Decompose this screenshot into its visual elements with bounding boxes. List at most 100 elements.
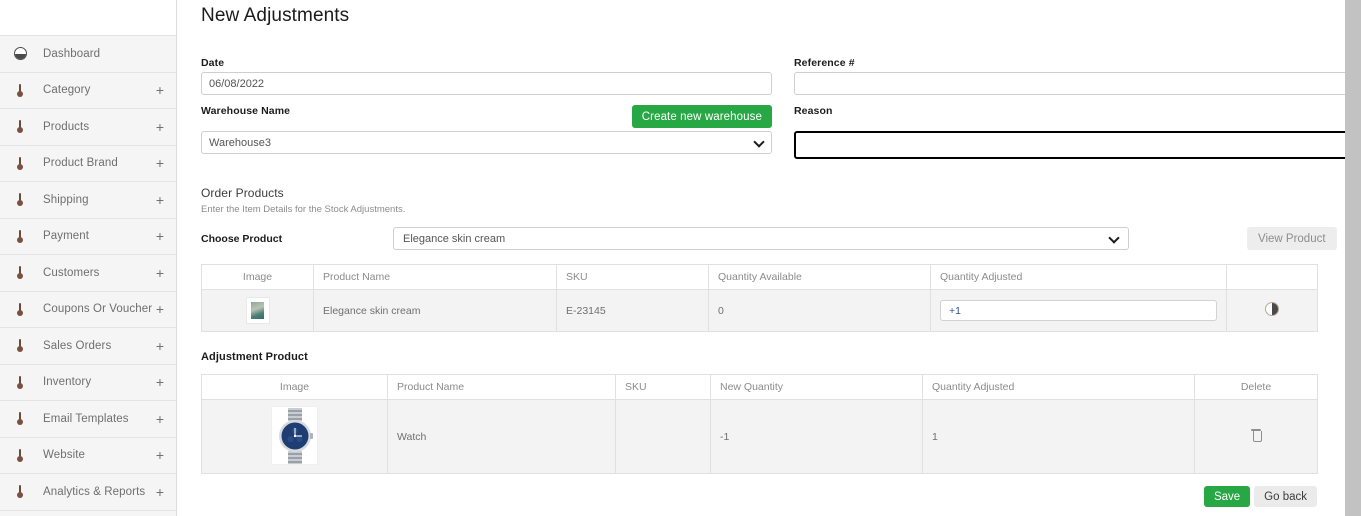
create-new-warehouse-button[interactable]: Create new warehouse [631,105,772,128]
thermometer-icon [10,193,30,207]
col-quantity-adjusted: Quantity Adjusted [930,264,1227,290]
thermometer-icon [10,448,30,462]
sidebar-item-label: Product Brand [43,157,118,170]
warehouse-label: Warehouse Name [201,105,291,117]
choose-product-value: Elegance skin cream [403,232,506,245]
cell-product-name: Watch [387,399,616,474]
col-quantity-adjusted: Quantity Adjusted [922,374,1195,400]
thermometer-icon [10,485,30,499]
thermometer-icon [10,339,30,353]
col-product-name: Product Name [313,264,557,290]
reference-input[interactable] [794,72,1361,95]
cell-quantity-adjusted: 1 [922,399,1195,474]
expand-plus-icon[interactable]: + [156,448,164,462]
trash-icon[interactable] [1251,429,1262,442]
sidebar-item-product-brand[interactable]: Product Brand + [0,145,176,182]
sidebar-item-label: Products [43,120,90,133]
cell-quantity-adjusted [930,289,1227,332]
sidebar-item-coupons-or-voucher[interactable]: Coupons Or Voucher + [0,291,176,328]
sidebar-item-label: Payment [43,230,90,243]
sidebar-item-inventory[interactable]: Inventory + [0,364,176,401]
sidebar-item-label: Customers [43,266,100,279]
sidebar-item-category[interactable]: Category + [0,72,176,109]
page-title: New Adjustments [201,5,350,26]
sidebar-item-products[interactable]: Products + [0,109,176,146]
col-image: Image [201,374,388,400]
date-label: Date [201,57,225,69]
sidebar-item-label: Shipping [43,193,89,206]
sidebar-item-email-templates[interactable]: Email Templates + [0,401,176,438]
form-column-left: Date Warehouse Name Create new warehouse… [201,57,772,159]
thermometer-icon [10,412,30,426]
expand-plus-icon[interactable]: + [156,229,164,243]
sidebar-item-label: Dashboard [43,47,101,60]
save-button[interactable]: Save [1203,486,1251,507]
sidebar-item-label: Website [43,449,86,462]
sidebar-item-website[interactable]: Website + [0,437,176,474]
adjustment-product-table: Image Product Name SKU New Quantity Quan… [201,374,1318,474]
thermometer-icon [10,375,30,389]
sidebar-item-shipping[interactable]: Shipping + [0,182,176,219]
choose-product-select[interactable]: Elegance skin cream [393,227,1129,250]
cell-quantity-available: 0 [708,289,931,332]
col-image: Image [201,264,314,290]
main-content: New Adjustments Date Warehouse Name Crea… [177,0,1361,516]
sidebar-item-customers[interactable]: Customers + [0,255,176,292]
thermometer-icon [10,266,30,280]
sidebar-item-dashboard[interactable]: Dashboard [0,36,176,73]
col-new-quantity: New Quantity [710,374,923,400]
sidebar-item-label: Coupons Or Voucher [43,303,153,316]
half-circle-icon[interactable] [1265,302,1279,316]
expand-plus-icon[interactable]: + [156,120,164,134]
go-back-button[interactable]: Go back [1254,486,1317,507]
page-scrollbar[interactable] [1345,0,1361,516]
sidebar-item-sales-orders[interactable]: Sales Orders + [0,328,176,365]
col-product-name: Product Name [387,374,616,400]
expand-plus-icon[interactable]: + [156,193,164,207]
expand-plus-icon[interactable]: + [156,156,164,170]
cell-delete [1194,399,1318,474]
view-product-button[interactable]: View Product [1247,227,1337,250]
thermometer-icon [10,229,30,243]
reason-textarea-wrapper[interactable] [794,131,1361,159]
form-top-row: Date Warehouse Name Create new warehouse… [201,57,1361,159]
expand-plus-icon[interactable]: + [156,375,164,389]
choose-product-label: Choose Product [201,232,283,245]
form-column-right: Reference # Reason [794,57,1361,159]
reason-label: Reason [794,105,833,117]
col-delete: Delete [1194,374,1318,400]
expand-plus-icon[interactable]: + [156,83,164,97]
col-quantity-available: Quantity Available [708,264,931,290]
adjustment-product-title: Adjustment Product [201,351,308,363]
cell-image [201,289,314,332]
warehouse-select[interactable]: Warehouse3 [201,131,772,154]
table-header-row: Image Product Name SKU New Quantity Quan… [201,374,1318,400]
cell-sku [615,399,711,474]
date-input[interactable] [201,72,772,95]
product-thumbnail-watch [271,406,318,466]
sidebar-item-analytics-and-reports[interactable]: Analytics & Reports + [0,474,176,511]
choose-product-row: Choose Product Elegance skin cream View … [201,227,1361,250]
chevron-down-icon [755,138,764,147]
cell-new-quantity: -1 [710,399,923,474]
dashboard-icon [10,47,30,61]
quantity-adjusted-input[interactable] [940,300,1217,321]
cell-action [1226,289,1318,332]
cell-product-name: Elegance skin cream [313,289,557,332]
cell-sku: E-23145 [556,289,709,332]
expand-plus-icon[interactable]: + [156,302,164,316]
sidebar-item-payment[interactable]: Payment + [0,218,176,255]
expand-plus-icon[interactable]: + [156,339,164,353]
sidebar: Dashboard Category + Products + Product … [0,0,177,516]
sidebar-header [0,0,176,36]
thermometer-icon [10,120,30,134]
expand-plus-icon[interactable]: + [156,485,164,499]
expand-plus-icon[interactable]: + [156,266,164,280]
order-products-subtitle: Enter the Item Details for the Stock Adj… [201,204,406,215]
reason-textarea[interactable] [796,133,1361,157]
chevron-down-icon [1110,234,1119,243]
product-thumbnail-skin-cream [245,297,270,324]
thermometer-icon [10,156,30,170]
expand-plus-icon[interactable]: + [156,412,164,426]
sidebar-item-label: Inventory [43,376,92,389]
